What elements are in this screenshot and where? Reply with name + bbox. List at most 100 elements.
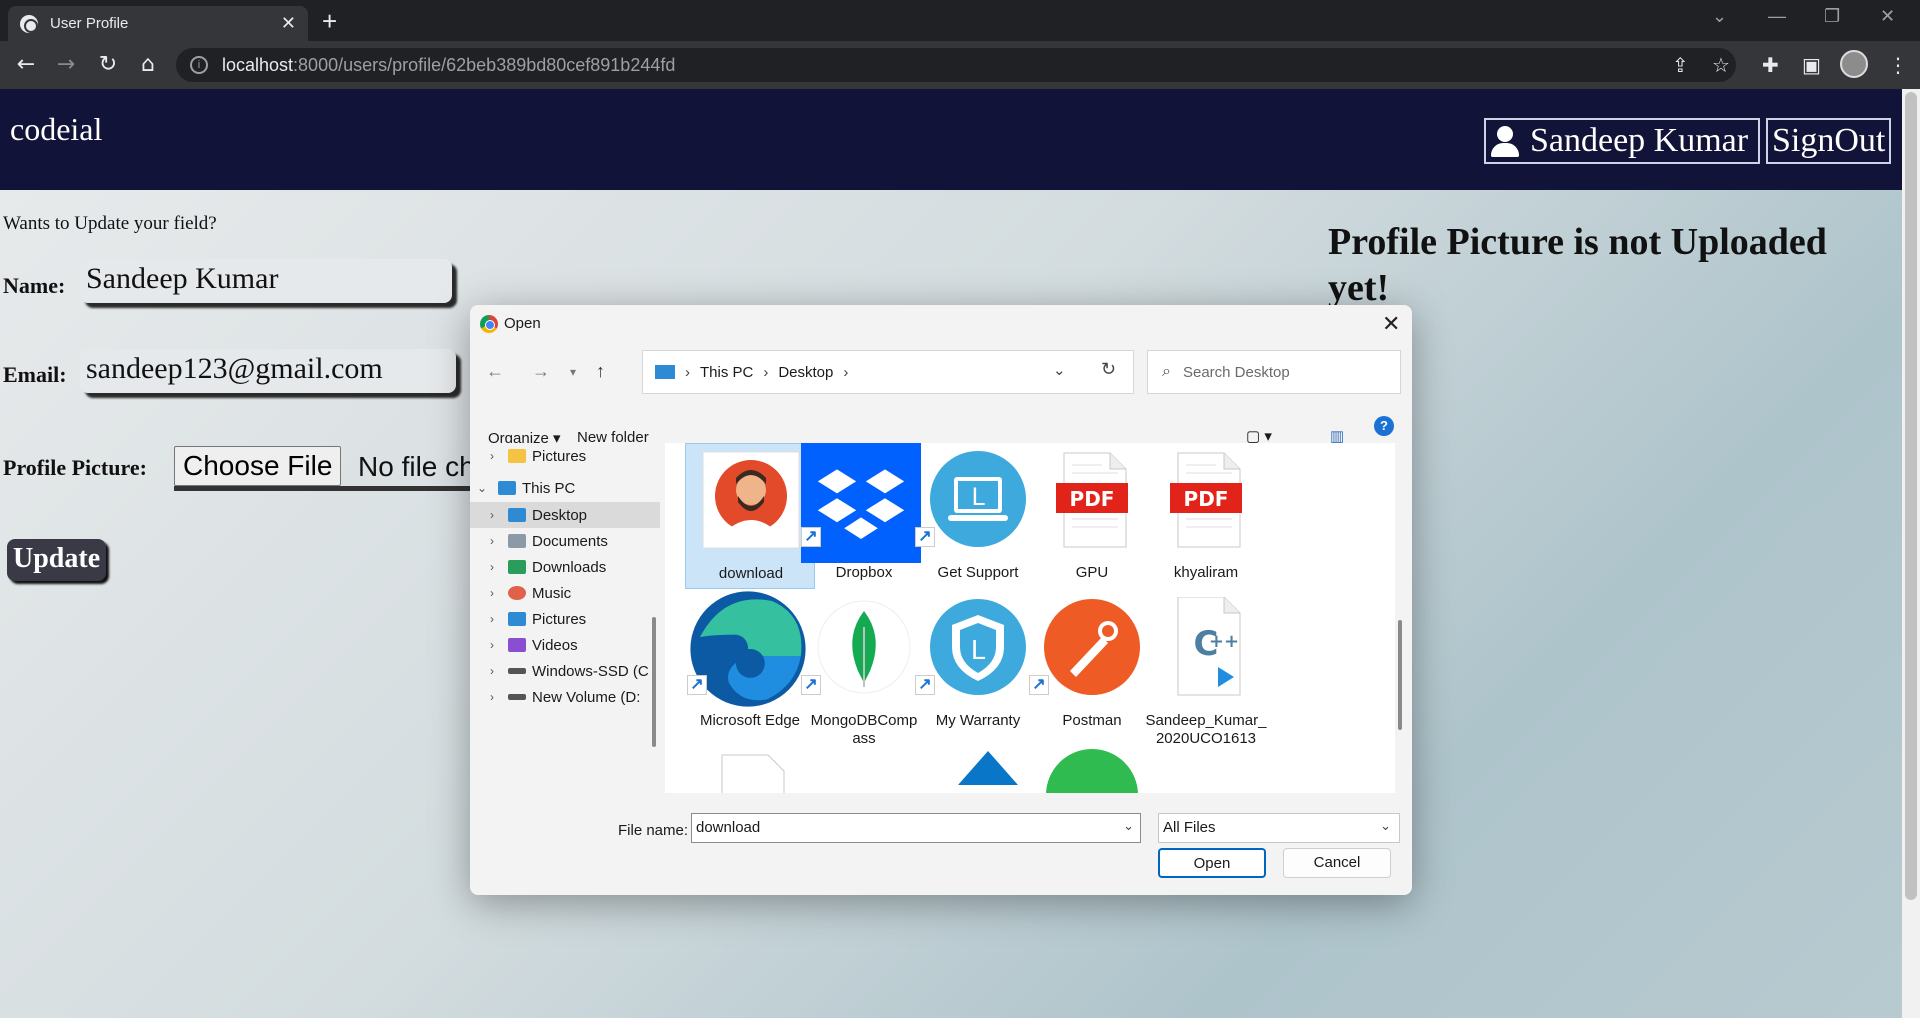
tree-item-windows-ssd[interactable]: › Windows-SSD (C	[470, 658, 660, 684]
file-name: My Warranty	[935, 712, 1021, 729]
forward-icon[interactable]: →	[532, 361, 550, 382]
file-item-khyaliram[interactable]: PDF khyaliram	[1141, 443, 1271, 589]
shortcut-arrow-icon: ↗	[687, 675, 707, 695]
chevron-down-icon: ⌄	[1380, 818, 1391, 833]
cancel-button[interactable]: Cancel	[1283, 848, 1391, 878]
open-file-dialog: Open ✕ ← → ▾ ↑ › This PC › Desktop › ⌄ ↻…	[470, 305, 1412, 895]
tree-item-pictures-library[interactable]: › Pictures	[470, 606, 660, 632]
minimize-icon[interactable]: —	[1768, 6, 1786, 27]
breadcrumb-desktop[interactable]: Desktop	[778, 364, 833, 381]
home-icon[interactable]: ⌂	[134, 51, 162, 79]
shortcut-arrow-icon: ↗	[915, 527, 935, 547]
bookmark-star-icon[interactable]: ☆	[1712, 53, 1730, 77]
user-profile-link[interactable]: Sandeep Kumar	[1484, 118, 1761, 164]
avatar-icon	[702, 451, 800, 549]
no-file-text: No file ch	[358, 451, 475, 482]
dialog-close-icon[interactable]: ✕	[1382, 311, 1400, 337]
tree-item-pictures[interactable]: › Pictures	[470, 443, 660, 469]
file-item-dropbox[interactable]: ↗ Dropbox	[799, 443, 929, 589]
shortcut-arrow-icon: ↗	[1029, 675, 1049, 695]
file-name: MongoDBCompass	[810, 712, 918, 747]
svg-text:L: L	[971, 636, 986, 666]
new-tab-icon[interactable]: +	[322, 6, 337, 37]
name-field[interactable]: Sandeep Kumar	[80, 259, 452, 303]
tab-search-icon[interactable]: ⌄	[1712, 6, 1727, 27]
open-button[interactable]: Open	[1158, 848, 1266, 878]
browser-toolbar: ← → ↻ ⌂ i localhost :8000/users/profile/…	[0, 41, 1920, 89]
file-input-shadow	[174, 486, 474, 491]
file-list-scrollbar[interactable]	[1398, 620, 1402, 730]
file-item-microsoft-edge[interactable]: ↗ Microsoft Edge	[685, 591, 815, 737]
tree-item-music[interactable]: › Music	[470, 580, 660, 606]
site-info-icon[interactable]: i	[190, 56, 208, 74]
browser-tab[interactable]: User Profile ✕	[8, 6, 308, 41]
window-close-icon[interactable]: ✕	[1880, 6, 1895, 27]
reload-icon[interactable]: ↻	[94, 51, 122, 79]
file-item-get-support[interactable]: L ↗ Get Support	[913, 443, 1043, 589]
svg-text:L: L	[971, 483, 985, 511]
file-item-cpp-source[interactable]: C ++ Sandeep_Kumar_2020UCO1613	[1141, 591, 1271, 747]
side-panel-icon[interactable]: ▣	[1802, 53, 1821, 77]
path-dropdown-icon[interactable]: ⌄	[1053, 361, 1066, 379]
update-button[interactable]: Update	[7, 539, 107, 581]
help-icon[interactable]: ?	[1374, 416, 1394, 436]
forward-icon[interactable]: →	[52, 51, 80, 79]
signout-button[interactable]: SignOut	[1766, 118, 1892, 164]
app-icon	[958, 751, 1018, 785]
dialog-title: Open	[504, 315, 541, 332]
profile-avatar[interactable]	[1840, 50, 1868, 78]
browser-tab-bar: User Profile ✕ + ⌄ — ❐ ✕	[0, 0, 1920, 41]
page-scrollbar-thumb[interactable]	[1905, 92, 1917, 900]
menu-icon[interactable]: ⋮	[1888, 53, 1908, 77]
breadcrumb-this-pc[interactable]: This PC	[700, 364, 753, 381]
get-support-icon: L	[930, 451, 1026, 547]
tree-scrollbar[interactable]	[652, 617, 656, 747]
search-icon: ⌕	[1162, 363, 1171, 380]
tab-close-icon[interactable]: ✕	[281, 13, 296, 34]
file-type-select[interactable]: All Files ⌄	[1158, 813, 1400, 843]
postman-icon	[1044, 599, 1140, 695]
svg-text:PDF: PDF	[1070, 487, 1115, 511]
downloads-icon	[508, 560, 526, 574]
globe-icon	[20, 14, 38, 33]
file-item-mongodb-compass[interactable]: ↗ MongoDBCompass	[799, 591, 929, 747]
file-list: download ↗ Dropbox L ↗ Get Support PDF G…	[665, 443, 1395, 793]
path-breadcrumb[interactable]: › This PC › Desktop › ⌄ ↻	[642, 350, 1134, 394]
file-item-partial[interactable]	[913, 739, 1043, 793]
address-bar[interactable]: i localhost :8000/users/profile/62beb389…	[176, 48, 1736, 82]
refresh-icon[interactable]: ↻	[1101, 359, 1116, 380]
tree-item-downloads[interactable]: › Downloads	[470, 554, 660, 580]
pictures-icon	[508, 612, 526, 626]
document-icon	[721, 754, 785, 793]
recent-locations-icon[interactable]: ▾	[570, 365, 576, 379]
file-item-my-warranty[interactable]: L ↗ My Warranty	[913, 591, 1043, 737]
share-icon[interactable]: ⇪	[1672, 53, 1689, 77]
file-item-download[interactable]: download	[685, 443, 815, 589]
site-logo[interactable]: codeial	[10, 111, 102, 148]
update-prompt: Wants to Update your field?	[3, 213, 217, 234]
file-item-partial[interactable]	[685, 739, 815, 793]
email-field[interactable]: sandeep123@gmail.com	[80, 349, 456, 393]
tree-item-documents[interactable]: › Documents	[470, 528, 660, 554]
tree-item-desktop[interactable]: › Desktop	[470, 502, 660, 528]
file-name-input[interactable]: download ⌄	[691, 813, 1141, 843]
person-icon	[1490, 124, 1520, 158]
this-pc-icon	[655, 365, 675, 379]
tree-item-videos[interactable]: › Videos	[470, 632, 660, 658]
file-item-gpu[interactable]: PDF GPU	[1027, 443, 1157, 589]
choose-file-button[interactable]: Choose File	[174, 446, 342, 486]
svg-text:PDF: PDF	[1184, 487, 1229, 511]
chevron-down-icon[interactable]: ⌄	[1123, 818, 1134, 834]
up-folder-icon[interactable]: ↑	[596, 361, 605, 382]
tree-item-this-pc[interactable]: ⌄ This PC	[470, 475, 660, 501]
tree-item-new-volume[interactable]: › New Volume (D:	[470, 684, 660, 710]
restore-icon[interactable]: ❐	[1824, 6, 1840, 27]
url-path: :8000/users/profile/62beb389bd80cef891b2…	[293, 54, 676, 75]
search-desktop-input[interactable]: ⌕ Search Desktop	[1147, 350, 1401, 394]
file-type-value: All Files	[1163, 819, 1216, 836]
file-item-partial[interactable]	[1027, 739, 1157, 793]
back-icon[interactable]: ←	[486, 361, 504, 382]
extensions-icon[interactable]: ✚	[1762, 53, 1779, 77]
file-item-postman[interactable]: ↗ Postman	[1027, 591, 1157, 737]
back-icon[interactable]: ←	[12, 51, 40, 79]
